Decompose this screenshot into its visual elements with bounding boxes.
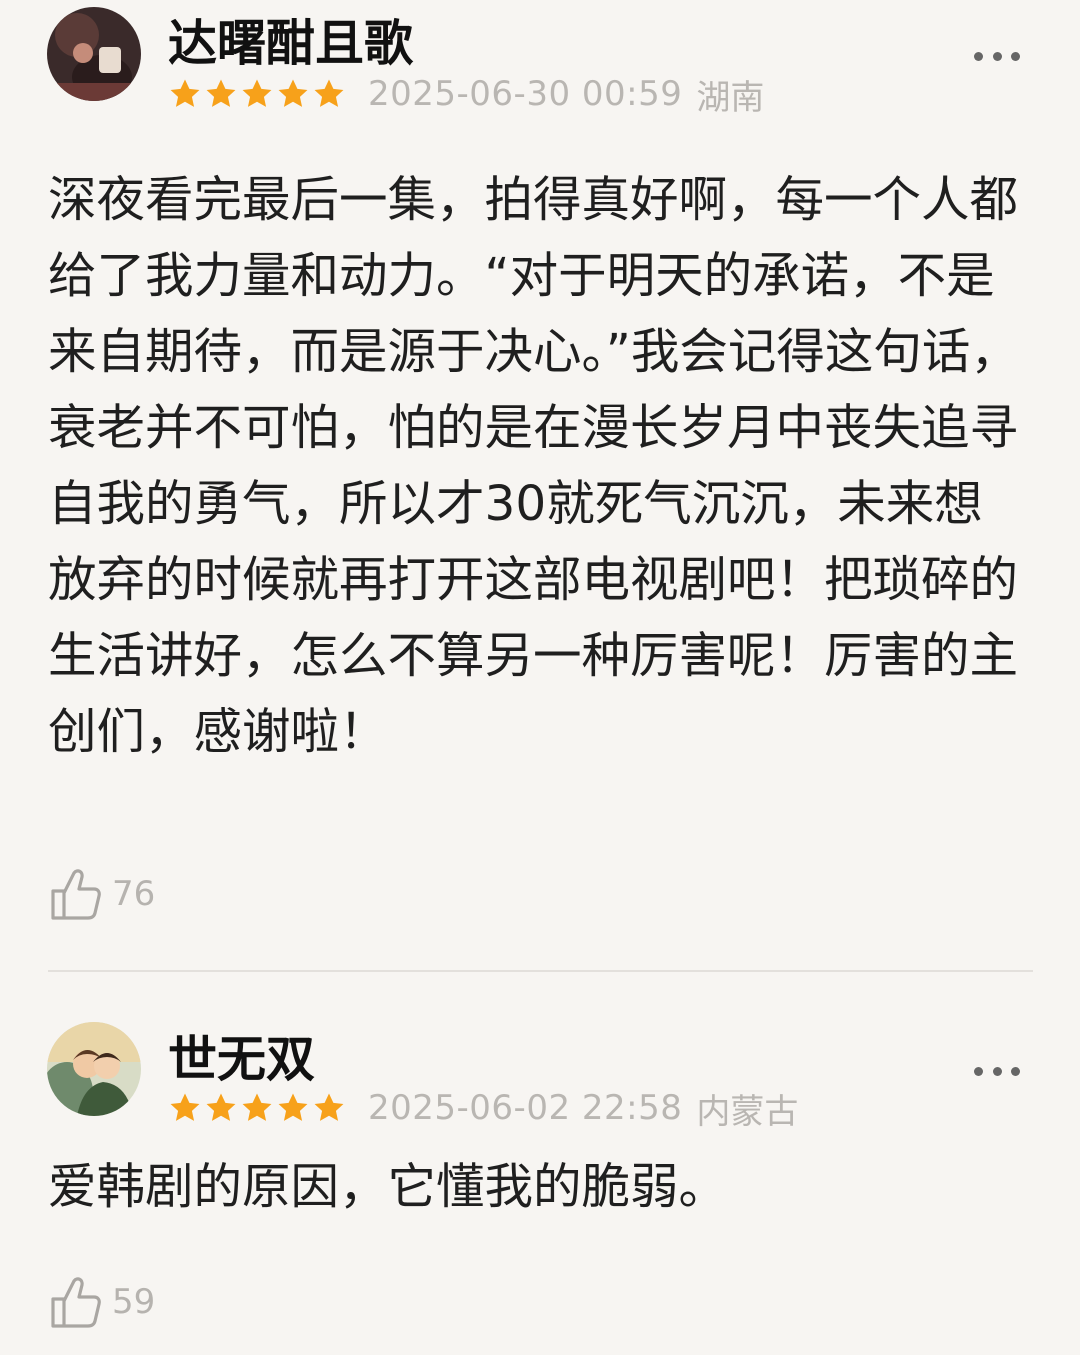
- star-icon: [278, 79, 308, 107]
- more-dots-icon[interactable]: [974, 1064, 1020, 1078]
- thumbs-up-icon: [51, 869, 101, 920]
- username[interactable]: 达曙酣且歌: [168, 14, 413, 74]
- star-icon: [242, 79, 272, 107]
- star-icon: [170, 79, 200, 107]
- comment-meta: 2025-06-02 22:58 内蒙古: [168, 1088, 798, 1132]
- location: 湖南: [696, 77, 765, 118]
- comment-text: 爱韩剧的原因，它懂我的脆弱。: [48, 1159, 728, 1215]
- more-dots-icon[interactable]: [974, 49, 1020, 63]
- like-count: 59: [112, 1282, 156, 1322]
- thumbs-up-icon: [51, 1277, 101, 1328]
- star-icon: [278, 1093, 308, 1121]
- like-button[interactable]: 59: [50, 1274, 155, 1330]
- timestamp: 2025-06-02 22:58: [368, 1088, 683, 1128]
- star-icon: [242, 1093, 272, 1121]
- star-rating: [168, 1091, 346, 1125]
- star-icon: [314, 1093, 344, 1121]
- like-button[interactable]: 76: [50, 866, 155, 922]
- username[interactable]: 世无双: [168, 1030, 315, 1090]
- avatar[interactable]: [47, 1022, 141, 1116]
- like-count: 76: [112, 874, 156, 914]
- comment-item: 达曙酣且歌 2025-06-30 00:59 湖南 深夜看完最后一集，拍得真好啊…: [0, 0, 1080, 970]
- location: 内蒙古: [696, 1091, 799, 1132]
- avatar[interactable]: [47, 7, 141, 101]
- timestamp: 2025-06-30 00:59: [368, 74, 683, 114]
- comment-item: 世无双 2025-06-02 22:58 内蒙古 爱韩剧的原因，它懂我的脆弱。 …: [0, 972, 1080, 1355]
- star-icon: [314, 79, 344, 107]
- comment-list: 达曙酣且歌 2025-06-30 00:59 湖南 深夜看完最后一集，拍得真好啊…: [0, 0, 1080, 1355]
- star-icon: [206, 1093, 236, 1121]
- star-icon: [170, 1093, 200, 1121]
- comment-meta: 2025-06-30 00:59 湖南: [168, 74, 764, 118]
- comment-text: 深夜看完最后一集，拍得真好啊，每一个人都给了我力量和动力。“对于明天的承诺，不是…: [48, 172, 1019, 760]
- star-icon: [206, 79, 236, 107]
- star-rating: [168, 77, 346, 111]
